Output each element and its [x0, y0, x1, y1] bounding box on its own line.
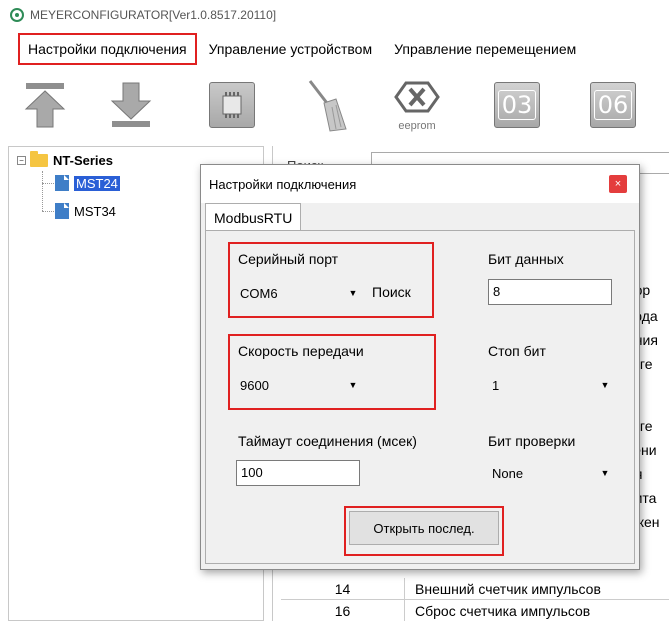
tree-node-mst34[interactable]: MST34	[55, 203, 116, 219]
function-06-button[interactable]: 06	[584, 76, 642, 134]
eeprom-label: eeprom	[398, 120, 436, 132]
device-file-icon	[55, 203, 69, 219]
data-bits-label: Бит данных	[488, 251, 564, 267]
chevron-down-icon: ▼	[348, 380, 358, 390]
close-button[interactable]: ×	[609, 175, 627, 193]
search-port-button[interactable]: Поиск	[372, 284, 411, 300]
collapse-icon[interactable]: −	[17, 156, 26, 165]
menu-bar: Настройки подключения Управление устройс…	[0, 30, 669, 68]
function-06-icon: 06	[590, 82, 636, 128]
tab-modbus-rtu[interactable]: ModbusRTU	[205, 203, 302, 231]
tab-page: Серийный порт COM6 ▼ Поиск Скорость пере…	[205, 230, 635, 564]
timeout-label: Таймаут соединения (мсек)	[238, 433, 417, 449]
eeprom-clear-icon	[394, 81, 440, 113]
eeprom-clear-button[interactable]: eeprom	[388, 76, 446, 134]
broom-icon	[308, 80, 347, 132]
baud-rate-select[interactable]: 9600 ▼	[236, 372, 360, 398]
stop-bits-label: Стоп бит	[488, 343, 546, 359]
serial-port-label: Серийный порт	[238, 251, 339, 267]
menu-connection-settings[interactable]: Настройки подключения	[18, 33, 197, 65]
device-file-icon	[55, 175, 69, 191]
parameter-table: 14 Внешний счетчик импульсов 16 Сброс сч…	[281, 578, 669, 621]
dialog-title: Настройки подключения	[209, 176, 357, 192]
function-03-button[interactable]: 03	[488, 76, 546, 134]
tree-label: MST34	[74, 203, 116, 219]
stop-bits-select[interactable]: 1 ▼	[488, 372, 612, 398]
chevron-down-icon: ▼	[600, 380, 610, 390]
tree-node-mst24[interactable]: MST24	[55, 175, 120, 191]
broom-button[interactable]	[296, 76, 354, 134]
open-port-button[interactable]: Открыть послед.	[349, 511, 499, 545]
folder-icon	[30, 151, 48, 167]
serial-port-select[interactable]: COM6 ▼	[236, 280, 360, 306]
download-arrow-icon	[110, 82, 152, 127]
connection-settings-dialog: Настройки подключения × ModbusRTU Серийн…	[200, 164, 640, 570]
upload-button[interactable]	[16, 76, 74, 134]
dialog-title-bar: Настройки подключения	[201, 165, 639, 203]
chevron-down-icon: ▼	[348, 288, 358, 298]
timeout-input[interactable]: 100	[236, 460, 360, 486]
window-title: MEYERCONFIGURATOR[Ver1.0.8517.20110]	[30, 8, 277, 22]
chevron-down-icon: ▼	[600, 468, 610, 478]
tree-label: MST24	[74, 175, 120, 191]
baud-rate-label: Скорость передачи	[238, 343, 364, 359]
chip-icon	[209, 82, 255, 128]
title-bar: MEYERCONFIGURATOR[Ver1.0.8517.20110]	[0, 0, 669, 30]
function-03-icon: 03	[494, 82, 540, 128]
data-bits-input[interactable]: 8	[488, 279, 612, 305]
table-row[interactable]: 16 Сброс счетчика импульсов	[281, 600, 669, 621]
table-row[interactable]: 14 Внешний счетчик импульсов	[281, 578, 669, 600]
app-gear-icon	[10, 8, 24, 22]
tree-node-nt-series[interactable]: − NT-Series	[17, 151, 113, 168]
download-button[interactable]	[102, 76, 160, 134]
tree-label: NT-Series	[53, 153, 113, 168]
parity-label: Бит проверки	[488, 433, 576, 449]
upload-arrow-icon	[24, 83, 66, 128]
menu-motion-control[interactable]: Управление перемещением	[386, 35, 584, 63]
chip-button[interactable]	[203, 76, 261, 134]
toolbar: eeprom 03 06	[0, 68, 669, 138]
menu-device-control[interactable]: Управление устройством	[201, 35, 380, 63]
parity-select[interactable]: None ▼	[488, 460, 612, 486]
